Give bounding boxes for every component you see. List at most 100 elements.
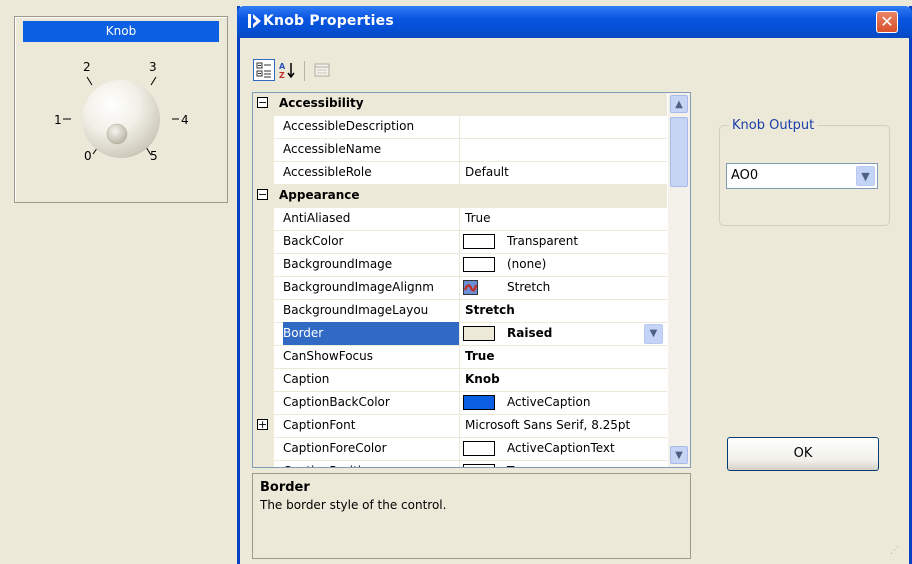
property-value[interactable]: Top (463, 460, 665, 467)
color-swatch (463, 464, 495, 467)
property-row[interactable]: BackgroundImage (none) (253, 253, 667, 277)
property-row[interactable]: AntiAliased True (253, 207, 667, 231)
property-row[interactable]: BackgroundImageLayou Stretch (253, 299, 667, 323)
property-value[interactable]: ActiveCaption (463, 391, 665, 414)
row-margin (253, 138, 274, 161)
knob-output-value: AO0 (731, 168, 759, 183)
row-margin (253, 115, 274, 138)
scroll-down-arrow[interactable]: ▼ (670, 446, 688, 464)
row-margin (253, 391, 274, 414)
property-value[interactable] (463, 138, 665, 161)
row-margin (253, 322, 274, 345)
row-margin (253, 207, 274, 230)
property-row[interactable]: BackgroundImageAlignm Stretch (253, 276, 667, 300)
chevron-down-icon[interactable]: ▼ (856, 166, 875, 186)
knob-caption: Knob (23, 21, 219, 42)
property-value-text: Raised (507, 326, 553, 340)
color-swatch (463, 257, 495, 272)
property-value[interactable]: Stretch (463, 276, 665, 299)
property-row[interactable]: + CaptionFont Microsoft Sans Serif, 8.25pt (253, 414, 667, 438)
property-value-text: Microsoft Sans Serif, 8.25pt (465, 418, 631, 432)
chevron-down-icon[interactable]: ▼ (644, 324, 663, 344)
property-value-text: ActiveCaption (507, 395, 591, 409)
property-name: AccessibleRole (283, 161, 460, 184)
toolbar-separator (304, 61, 305, 81)
tick-label-3: 3 (149, 60, 157, 74)
property-value[interactable]: Default (463, 161, 665, 184)
dialog-title: Knob Properties (263, 13, 394, 29)
property-row[interactable]: CanShowFocus True (253, 345, 667, 369)
property-name: BackgroundImageLayou (283, 299, 460, 322)
property-value-text: ActiveCaptionText (507, 441, 615, 455)
property-row[interactable]: Border Raised ▼ (253, 322, 667, 346)
row-margin (253, 299, 274, 322)
alphabetical-button[interactable]: A Z (276, 59, 298, 81)
color-swatch (463, 326, 495, 341)
property-value-text: Default (465, 165, 509, 179)
property-value[interactable]: True (463, 207, 665, 230)
property-name: AccessibleDescription (283, 115, 460, 138)
property-value[interactable]: Stretch (463, 299, 665, 322)
property-row[interactable]: AccessibleDescription (253, 115, 667, 139)
property-row[interactable]: AccessibleName (253, 138, 667, 162)
property-name: CanShowFocus (283, 345, 460, 368)
expand-icon[interactable]: + (257, 419, 268, 430)
collapse-icon[interactable]: − (257, 97, 268, 108)
property-category[interactable]: − Appearance (253, 184, 667, 208)
category-label: Accessibility (279, 96, 364, 110)
scroll-up-arrow[interactable]: ▲ (670, 95, 688, 113)
property-name: CaptionFont (283, 414, 460, 437)
property-value[interactable]: Raised ▼ (463, 322, 665, 345)
category-label: Appearance (279, 188, 360, 202)
description-title: Border (260, 480, 310, 495)
close-icon: ✕ (880, 12, 894, 31)
property-row[interactable]: CaptionBackColor ActiveCaption (253, 391, 667, 415)
property-value[interactable]: ActiveCaptionText (463, 437, 665, 460)
property-value[interactable]: Transparent (463, 230, 665, 253)
property-value[interactable] (463, 115, 665, 138)
property-value[interactable]: (none) (463, 253, 665, 276)
property-value-text: (none) (507, 257, 547, 271)
property-category[interactable]: − Accessibility (253, 93, 667, 116)
property-row[interactable]: Caption Knob (253, 368, 667, 392)
row-margin (253, 161, 274, 184)
row-margin (253, 230, 274, 253)
categorized-icon (256, 62, 271, 78)
property-row[interactable]: CaptionPosition Top (253, 460, 667, 467)
property-name: CaptionForeColor (283, 437, 460, 460)
svg-text:A: A (279, 62, 286, 71)
categorized-button[interactable] (253, 59, 275, 81)
row-margin (253, 368, 274, 391)
property-value-text: Top (507, 460, 527, 467)
close-button[interactable]: ✕ (876, 11, 898, 33)
property-value[interactable]: Knob (463, 368, 665, 391)
property-name: BackgroundImage (283, 253, 460, 276)
property-value[interactable]: Microsoft Sans Serif, 8.25pt (463, 414, 665, 437)
scroll-thumb[interactable] (670, 117, 688, 187)
property-name: CaptionPosition (283, 460, 460, 467)
color-swatch (463, 395, 495, 410)
property-value[interactable]: True (463, 345, 665, 368)
property-row[interactable]: BackColor Transparent (253, 230, 667, 254)
property-name: BackColor (283, 230, 460, 253)
description-pane (252, 473, 691, 559)
property-name: CaptionBackColor (283, 391, 460, 414)
property-value-text: Stretch (507, 280, 551, 294)
collapse-icon[interactable]: − (257, 189, 268, 200)
app-logo-icon (247, 12, 263, 30)
property-name: Caption (283, 368, 460, 391)
ok-button[interactable]: OK (727, 437, 879, 471)
svg-text:Z: Z (279, 71, 285, 80)
alphabetical-sort-icon: A Z (279, 62, 295, 80)
property-row[interactable]: CaptionForeColor ActiveCaptionText (253, 437, 667, 461)
knob-output-label: Knob Output (729, 118, 818, 133)
property-name: BackgroundImageAlignm (283, 276, 460, 299)
property-pages-button[interactable] (311, 59, 333, 81)
property-value-text: Transparent (507, 234, 579, 248)
property-row[interactable]: AccessibleRole Default (253, 161, 667, 185)
property-grid[interactable]: − Accessibility AccessibleDescription Acces… (252, 92, 691, 468)
tick-label-2: 2 (83, 60, 91, 74)
row-margin (253, 437, 274, 460)
description-text: The border style of the control. (260, 498, 447, 512)
resize-grip-icon[interactable]: ⋰ (890, 547, 900, 557)
